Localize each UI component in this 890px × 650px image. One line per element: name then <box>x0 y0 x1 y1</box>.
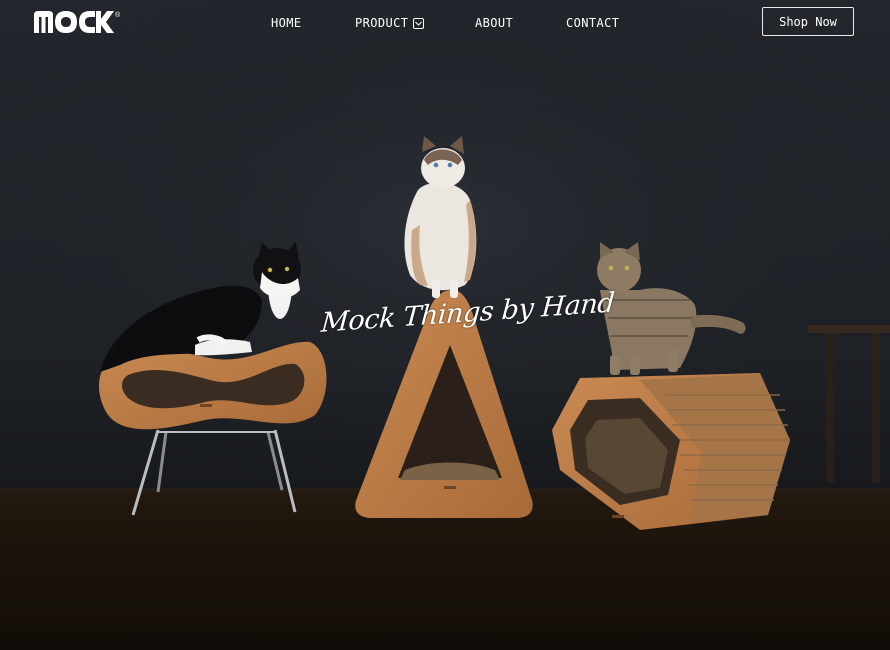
nav-about[interactable]: ABOUT <box>475 15 513 31</box>
main-nav: HOME PRODUCT ABOUT CONTACT <box>0 15 890 31</box>
nav-contact[interactable]: CONTACT <box>566 15 619 31</box>
nav-product-label: PRODUCT <box>355 16 409 30</box>
nav-home[interactable]: HOME <box>271 15 302 31</box>
nav-home-label: HOME <box>271 16 302 30</box>
nav-contact-label: CONTACT <box>566 16 620 30</box>
chevron-down-icon[interactable] <box>413 17 425 29</box>
nav-product[interactable]: PRODUCT <box>355 15 425 31</box>
shop-now-button[interactable]: Shop Now <box>762 7 854 36</box>
nav-about-label: ABOUT <box>475 16 514 30</box>
hero-section: ® HOME PRODUCT ABOUT CONTACT Shop Now Mo… <box>0 0 890 650</box>
